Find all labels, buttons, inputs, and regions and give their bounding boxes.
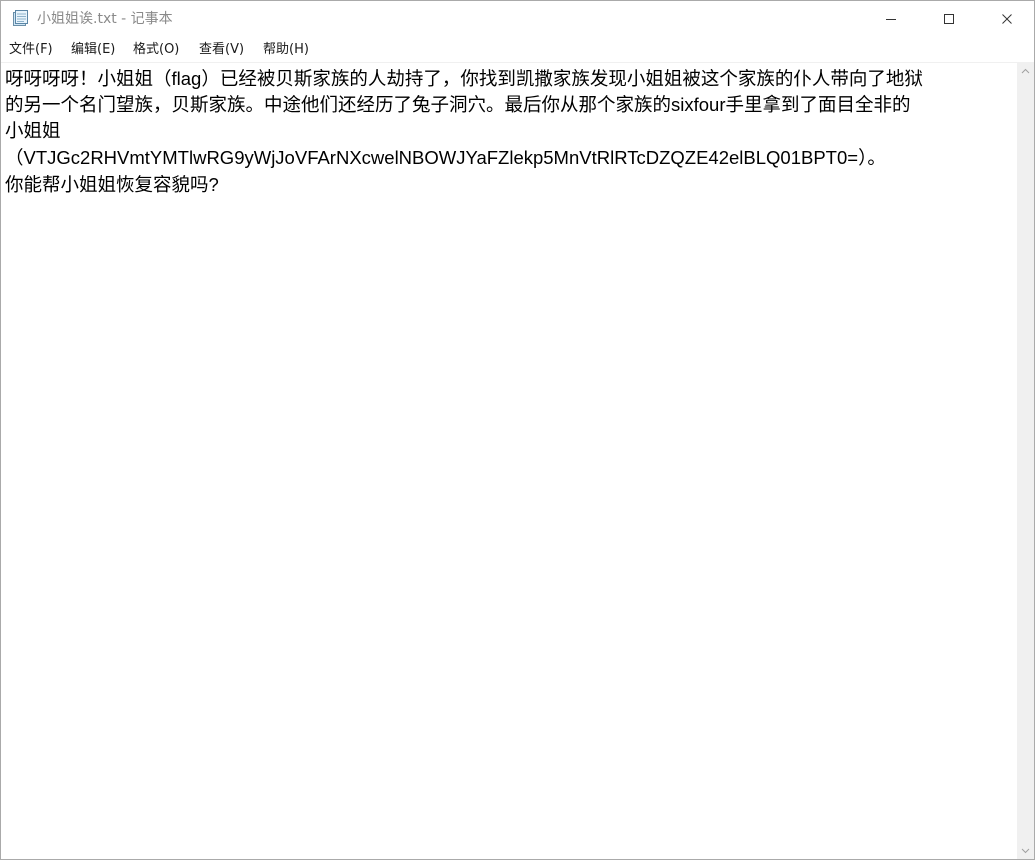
window-title: 小姐姐诶.txt - 记事本 — [37, 11, 173, 27]
notepad-icon — [13, 10, 28, 26]
menu-file[interactable]: 文件(F) — [9, 41, 53, 58]
title-bar[interactable]: 小姐姐诶.txt - 记事本 — [1, 1, 1034, 37]
menu-edit[interactable]: 编辑(E) — [71, 41, 115, 58]
editor-line: 的另一个名门望族，贝斯家族。中途他们还经历了兔子洞穴。最后你从那个家族的sixf… — [5, 94, 911, 115]
maximize-icon — [944, 14, 954, 24]
chevron-down-icon — [1021, 848, 1030, 853]
text-editor-area[interactable]: 呀呀呀呀！小姐姐（flag）已经被贝斯家族的人劫持了，你找到凯撒家族发现小姐姐被… — [1, 62, 1017, 859]
chevron-up-icon — [1021, 68, 1030, 73]
editor-line: 呀呀呀呀！小姐姐（flag）已经被贝斯家族的人劫持了，你找到凯撒家族发现小姐姐被… — [5, 68, 923, 89]
close-icon — [1002, 14, 1012, 24]
editor-line: 你能帮小姐姐恢复容貌吗? — [5, 174, 219, 195]
scroll-down-button[interactable] — [1017, 842, 1034, 859]
editor-line: 小姐姐 — [5, 120, 61, 141]
close-button[interactable] — [984, 1, 1030, 37]
menu-format[interactable]: 格式(O) — [133, 41, 179, 58]
minimize-button[interactable] — [868, 1, 914, 37]
menu-bar: 文件(F) 编辑(E) 格式(O) 查看(V) 帮助(H) — [1, 38, 1034, 61]
maximize-button[interactable] — [926, 1, 972, 37]
editor-line: （VTJGc2RHVmtYMTlwRG9yWjJoVFArNXcwelNBOWJ… — [5, 147, 886, 168]
menu-help[interactable]: 帮助(H) — [263, 41, 309, 58]
minimize-icon — [886, 19, 896, 20]
vertical-scrollbar[interactable] — [1017, 62, 1034, 859]
scroll-up-button[interactable] — [1017, 62, 1034, 79]
notepad-window: 小姐姐诶.txt - 记事本 文件(F) 编辑(E) 格式(O) 查看(V) 帮… — [0, 0, 1035, 860]
menu-view[interactable]: 查看(V) — [199, 41, 244, 58]
